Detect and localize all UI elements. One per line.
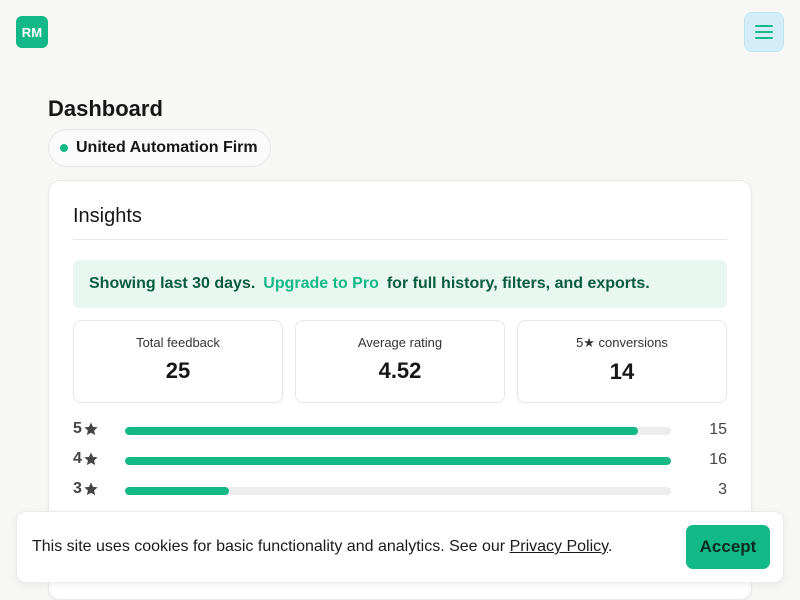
star-icon — [84, 452, 98, 466]
cookie-banner: This site uses cookies for basic functio… — [16, 511, 784, 583]
rating-count: 16 — [709, 451, 727, 468]
rating-bar-fill — [125, 457, 671, 465]
rating-bar-fill — [125, 487, 229, 495]
rating-label: 5 — [73, 420, 99, 438]
star-icon — [84, 482, 98, 496]
rating-stars: 5 — [73, 420, 82, 437]
rating-bar-track — [125, 487, 671, 495]
cookie-text: This site uses cookies for basic functio… — [32, 538, 510, 555]
stat-label: Average rating — [357, 335, 443, 350]
top-bar: RM — [0, 0, 800, 64]
star-icon — [84, 422, 98, 436]
upgrade-banner: Showing last 30 days. Upgrade to Pro for… — [73, 260, 727, 308]
insights-title: Insights — [73, 205, 142, 227]
rating-bar-track — [125, 457, 671, 465]
stat-label: 5★ conversions — [576, 335, 668, 350]
page-title: Dashboard — [48, 96, 163, 121]
rating-count: 15 — [709, 421, 727, 438]
stat-value: 25 — [165, 358, 191, 383]
rating-row-5: 5 15 — [73, 420, 727, 442]
rating-row-4: 4 16 — [73, 450, 727, 472]
banner-prefix: Showing last 30 days. — [89, 275, 256, 292]
divider — [73, 239, 727, 240]
cookie-text-end: . — [607, 538, 613, 555]
rating-stars: 4 — [73, 450, 82, 467]
rating-count: 3 — [718, 481, 727, 498]
stat-average-rating: Average rating 4.52 — [295, 320, 505, 403]
rating-stars: 3 — [73, 480, 82, 497]
rating-label: 3 — [73, 480, 99, 498]
rating-row-3: 3 3 — [73, 480, 727, 502]
accept-cookies-button[interactable]: Accept — [686, 525, 770, 569]
hamburger-icon — [755, 25, 773, 39]
menu-button[interactable] — [744, 12, 784, 52]
rating-bar-fill — [125, 427, 639, 435]
organization-name: United Automation Firm — [76, 139, 258, 156]
stat-label: Total feedback — [136, 335, 220, 350]
status-dot-icon — [60, 144, 68, 152]
organization-chip[interactable]: United Automation Firm — [48, 129, 271, 167]
cookie-message: This site uses cookies for basic functio… — [32, 538, 612, 556]
stat-total-feedback: Total feedback 25 — [73, 320, 283, 403]
stat-value: 4.52 — [378, 358, 422, 383]
stat-value: 14 — [609, 359, 635, 384]
stat-five-star-conversions: 5★ conversions 14 — [517, 320, 727, 403]
brand-logo[interactable]: RM — [16, 16, 48, 48]
rating-bar-track — [125, 427, 671, 435]
upgrade-link[interactable]: Upgrade to Pro — [263, 275, 379, 293]
privacy-policy-link[interactable]: Privacy Policy — [510, 538, 608, 555]
rating-label: 4 — [73, 450, 99, 468]
banner-suffix: for full history, filters, and exports. — [386, 275, 650, 292]
